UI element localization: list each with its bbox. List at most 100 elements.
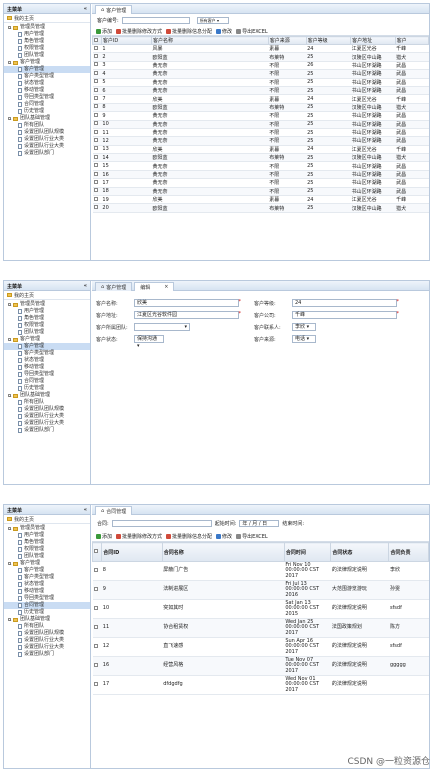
level-input[interactable]: 24 * xyxy=(292,299,399,307)
menu-item[interactable]: 设置团队行业大类 xyxy=(4,420,90,427)
checkbox[interactable] xyxy=(93,605,98,610)
checkbox[interactable] xyxy=(93,179,98,184)
toolbar-button[interactable]: 添加 xyxy=(96,533,112,540)
menu-item[interactable]: 用户管理 xyxy=(4,31,90,38)
address-input[interactable]: 江夏区光谷软件园 * xyxy=(134,311,241,319)
toolbar-button[interactable]: 批量删除修改方式 xyxy=(116,28,162,35)
row-select-cell[interactable] xyxy=(92,675,102,695)
row-select-cell[interactable] xyxy=(92,178,102,188)
toolbar-button[interactable]: 修改 xyxy=(216,533,232,540)
checkbox[interactable] xyxy=(93,567,98,572)
table-row[interactable]: 5 黄无奈 不限 25 书山区环湖路 武昌 xyxy=(92,78,429,87)
row-select-cell[interactable] xyxy=(92,69,102,79)
checkbox[interactable] xyxy=(93,188,98,193)
toolbar-button[interactable]: 批量删除信息分配 xyxy=(166,28,212,35)
menu-item[interactable]: 移动管理 xyxy=(4,87,90,94)
close-icon[interactable]: × xyxy=(164,284,168,290)
menu-item[interactable]: 导回类型管理 xyxy=(4,595,90,602)
menu-item[interactable]: 客户管理 xyxy=(4,343,90,350)
table-row[interactable]: 13 欣美 素暮 24 江夏区光谷 千峰 xyxy=(92,145,429,155)
toolbar-button[interactable]: 导出EXCEL xyxy=(236,533,268,540)
checkbox[interactable] xyxy=(93,163,98,168)
menu-item[interactable]: 状态管理 xyxy=(4,80,90,87)
collapse-toggle-icon[interactable]: − xyxy=(8,26,12,30)
table-row[interactable]: 16 黄无奈 不限 25 书山区环湖路 武昌 xyxy=(92,170,429,180)
checkbox[interactable] xyxy=(93,146,98,151)
menu-item[interactable]: 历史管理 xyxy=(4,609,90,616)
select-all-header[interactable] xyxy=(92,36,102,45)
menu-item[interactable]: 设置团队部门 xyxy=(4,427,90,434)
name-input[interactable]: 欣美 * xyxy=(134,299,241,307)
contract-input[interactable] xyxy=(111,519,212,527)
menu-item[interactable]: 历史管理 xyxy=(4,385,90,392)
table-row[interactable]: 9 黄无奈 不限 25 书山区环湖路 武昌 xyxy=(92,111,429,121)
menu-item[interactable]: 所有团队 xyxy=(4,399,90,406)
table-row[interactable]: 3 黄无奈 不限 26 书山区环湖路 武昌 xyxy=(92,61,429,71)
checkbox[interactable] xyxy=(93,154,98,159)
menu-item[interactable]: 客户管理 xyxy=(4,567,90,574)
checkbox[interactable] xyxy=(93,624,98,629)
column-header[interactable]: 合同时间 xyxy=(283,542,332,562)
row-select-cell[interactable] xyxy=(92,599,102,619)
table-row[interactable]: 19 欣美 素暮 24 江夏区光谷 千峰 xyxy=(92,195,429,205)
customer-filter-select[interactable]: 所有客户 ▾ xyxy=(196,17,229,24)
column-header[interactable]: 客户来源 xyxy=(267,36,307,45)
table-row[interactable]: 4 黄无奈 不限 25 书山区环湖路 武昌 xyxy=(92,69,429,79)
menu-item[interactable]: 团队管理 xyxy=(4,329,90,336)
checkbox[interactable] xyxy=(93,79,98,84)
menu-item[interactable]: 合同管理 xyxy=(4,602,90,609)
menu-item[interactable]: 设置团队行业大类 xyxy=(4,143,90,150)
checkbox[interactable] xyxy=(93,171,98,176)
table-row[interactable]: 14 欧阳蓝 布莱特 25 汉陵区中山路 猎犬 xyxy=(92,153,429,163)
menu-item[interactable]: 客户管理 xyxy=(4,66,90,73)
menu-item[interactable]: 设置团队部门 xyxy=(4,651,90,658)
table-row[interactable]: 11 黄无奈 不限 25 书山区环湖路 武昌 xyxy=(92,128,429,138)
table-row[interactable]: 8 屏蔽门广告 Fri Nov 10 00:00:00 CST 2017 的法律规定说… xyxy=(92,561,429,581)
row-select-cell[interactable] xyxy=(92,128,102,138)
column-header[interactable]: 合同ID xyxy=(101,542,163,562)
column-header[interactable]: 客户等级 xyxy=(305,36,352,45)
row-select-cell[interactable] xyxy=(92,618,102,638)
table-row[interactable]: 15 黄无奈 不限 25 书山区环湖路 武昌 xyxy=(92,161,429,171)
checkbox[interactable] xyxy=(93,662,98,667)
menu-item[interactable]: 客户类型管理 xyxy=(4,574,90,581)
row-select-cell[interactable] xyxy=(92,136,102,146)
menu-item[interactable]: 设置团队团队规模 xyxy=(4,129,90,136)
toolbar-button[interactable]: 添加 xyxy=(96,28,112,35)
start-date-input[interactable]: 年 / 月 / 日 xyxy=(239,519,280,527)
column-header[interactable]: 客户ID xyxy=(100,36,152,45)
column-header[interactable]: 客户名称 xyxy=(150,36,269,45)
checkbox[interactable] xyxy=(93,129,98,134)
team-select[interactable]: ▾ xyxy=(134,323,190,331)
row-select-cell[interactable] xyxy=(92,78,102,87)
row-select-cell[interactable] xyxy=(92,656,102,676)
checkbox[interactable] xyxy=(93,205,98,210)
menu-item[interactable]: 权限管理 xyxy=(4,322,90,329)
menu-item[interactable]: 用户管理 xyxy=(4,532,90,539)
collapse-toggle-icon[interactable]: − xyxy=(8,527,12,531)
tab-contracts[interactable]: ⌂ 合同管理 xyxy=(95,506,133,515)
row-select-cell[interactable] xyxy=(92,61,102,71)
menu-item[interactable]: 角色管理 xyxy=(4,38,90,45)
checkbox[interactable] xyxy=(93,54,98,59)
home-link[interactable]: 我的主页 xyxy=(4,515,90,524)
menu-group[interactable]: − 客户管理 xyxy=(4,560,90,567)
table-row[interactable]: 12 黄无奈 不限 25 书山区环湖路 武昌 xyxy=(92,136,429,146)
menu-item[interactable]: 历史管理 xyxy=(4,108,90,115)
collapse-icon[interactable]: « xyxy=(84,283,87,289)
row-select-cell[interactable] xyxy=(92,145,102,155)
checkbox[interactable] xyxy=(93,62,98,67)
menu-item[interactable]: 设置团队行业大类 xyxy=(4,644,90,651)
menu-item[interactable]: 所有团队 xyxy=(4,623,90,630)
menu-item[interactable]: 权限管理 xyxy=(4,546,90,553)
menu-item[interactable]: 移动管理 xyxy=(4,364,90,371)
row-select-cell[interactable] xyxy=(92,120,102,129)
table-row[interactable]: 17 dfdgdfg Wed Nov 01 00:00:00 CST 2017 的法律… xyxy=(92,675,429,695)
checkbox[interactable] xyxy=(93,586,98,591)
menu-item[interactable]: 导回类型管理 xyxy=(4,94,90,101)
checkbox[interactable] xyxy=(93,104,98,109)
checkbox[interactable] xyxy=(93,45,98,50)
menu-item[interactable]: 设置团队行业大类 xyxy=(4,637,90,644)
column-header[interactable]: 合同名称 xyxy=(161,542,285,562)
menu-item[interactable]: 团队管理 xyxy=(4,52,90,59)
